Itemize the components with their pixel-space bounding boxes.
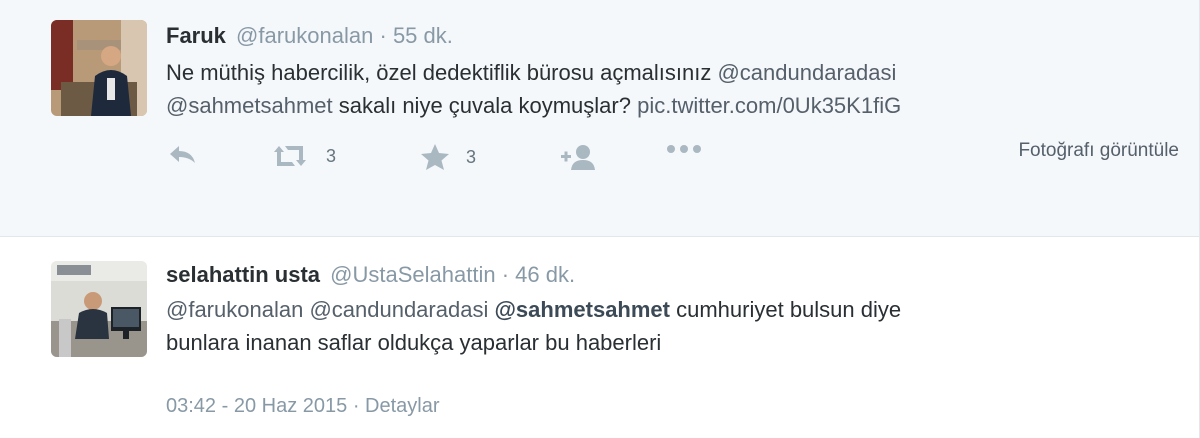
retweet-button[interactable]: 3 xyxy=(270,143,336,169)
mention-link[interactable]: @sahmetsahmet xyxy=(166,93,333,118)
media-link[interactable]: pic.twitter.com/0Uk35K1fiG xyxy=(637,93,901,118)
tweet-header: Faruk @farukonalan · 55 dk. xyxy=(166,22,1179,50)
reply-button[interactable] xyxy=(168,143,198,167)
tweet-text-segment: bunlara inanan saflar oldukça yaparlar b… xyxy=(166,330,662,355)
tweet-header: selahattin usta @UstaSelahattin · 46 dk. xyxy=(166,261,1179,289)
avatar-photo xyxy=(51,261,147,357)
mention-link[interactable]: @candundaradasi xyxy=(717,60,896,85)
avatar[interactable] xyxy=(51,20,147,116)
tweet-text-segment: Ne müthiş habercilik, özel dedektiflik b… xyxy=(166,60,718,85)
tweet-1[interactable]: Faruk @farukonalan · 55 dk. Ne müthiş ha… xyxy=(0,0,1200,237)
username[interactable]: @UstaSelahattin xyxy=(330,262,495,287)
tweet-content: Faruk @farukonalan · 55 dk. Ne müthiş ha… xyxy=(166,22,1179,122)
mention-link[interactable]: @sahmetsahmet xyxy=(494,297,670,322)
mention-link[interactable]: @farukonalan xyxy=(166,297,303,322)
timestamp[interactable]: 55 dk. xyxy=(393,23,453,48)
retweet-count: 3 xyxy=(326,145,337,166)
fullname[interactable]: selahattin usta xyxy=(166,262,320,287)
fullname[interactable]: Faruk xyxy=(166,23,226,48)
star-icon xyxy=(421,144,449,170)
reply-icon xyxy=(170,146,195,163)
tweet-text: @farukonalan @candundaradasi @sahmetsahm… xyxy=(166,293,1179,359)
favorite-count: 3 xyxy=(466,146,477,167)
favorite-button[interactable]: 3 xyxy=(420,143,476,171)
username[interactable]: @farukonalan xyxy=(236,23,373,48)
timestamp[interactable]: 46 dk. xyxy=(515,262,575,287)
more-dots-icon xyxy=(667,145,701,153)
separator: · xyxy=(501,262,510,287)
mention-link[interactable]: @candundaradasi xyxy=(309,297,488,322)
tweet-footer: 03:42 - 20 Haz 2015 · Detaylar xyxy=(166,395,440,418)
tweet-text-segment: sakalı niye çuvala koymuşlar? xyxy=(332,93,638,118)
avatar-photo xyxy=(51,20,147,116)
separator: · xyxy=(352,395,360,417)
retweet-icon xyxy=(274,146,306,166)
tweet-text-segment: cumhuriyet bulsun diye xyxy=(670,297,902,322)
follow-button[interactable] xyxy=(558,143,598,171)
avatar[interactable] xyxy=(51,261,147,357)
tweet-datetime[interactable]: 03:42 - 20 Haz 2015 xyxy=(166,395,347,417)
separator: · xyxy=(379,23,387,48)
follow-user-icon xyxy=(561,145,595,170)
tweet-2[interactable]: selahattin usta @UstaSelahattin · 46 dk.… xyxy=(0,237,1200,438)
view-photo-link[interactable]: Fotoğrafı görüntüle xyxy=(1018,140,1179,162)
tweet-content: selahattin usta @UstaSelahattin · 46 dk.… xyxy=(166,261,1179,359)
tweet-actions: 3 3 xyxy=(166,143,1166,183)
timeline: Faruk @farukonalan · 55 dk. Ne müthiş ha… xyxy=(0,0,1200,438)
more-button[interactable] xyxy=(664,143,704,155)
tweet-text: Ne müthiş habercilik, özel dedektiflik b… xyxy=(166,56,1179,122)
details-link[interactable]: Detaylar xyxy=(365,395,439,417)
